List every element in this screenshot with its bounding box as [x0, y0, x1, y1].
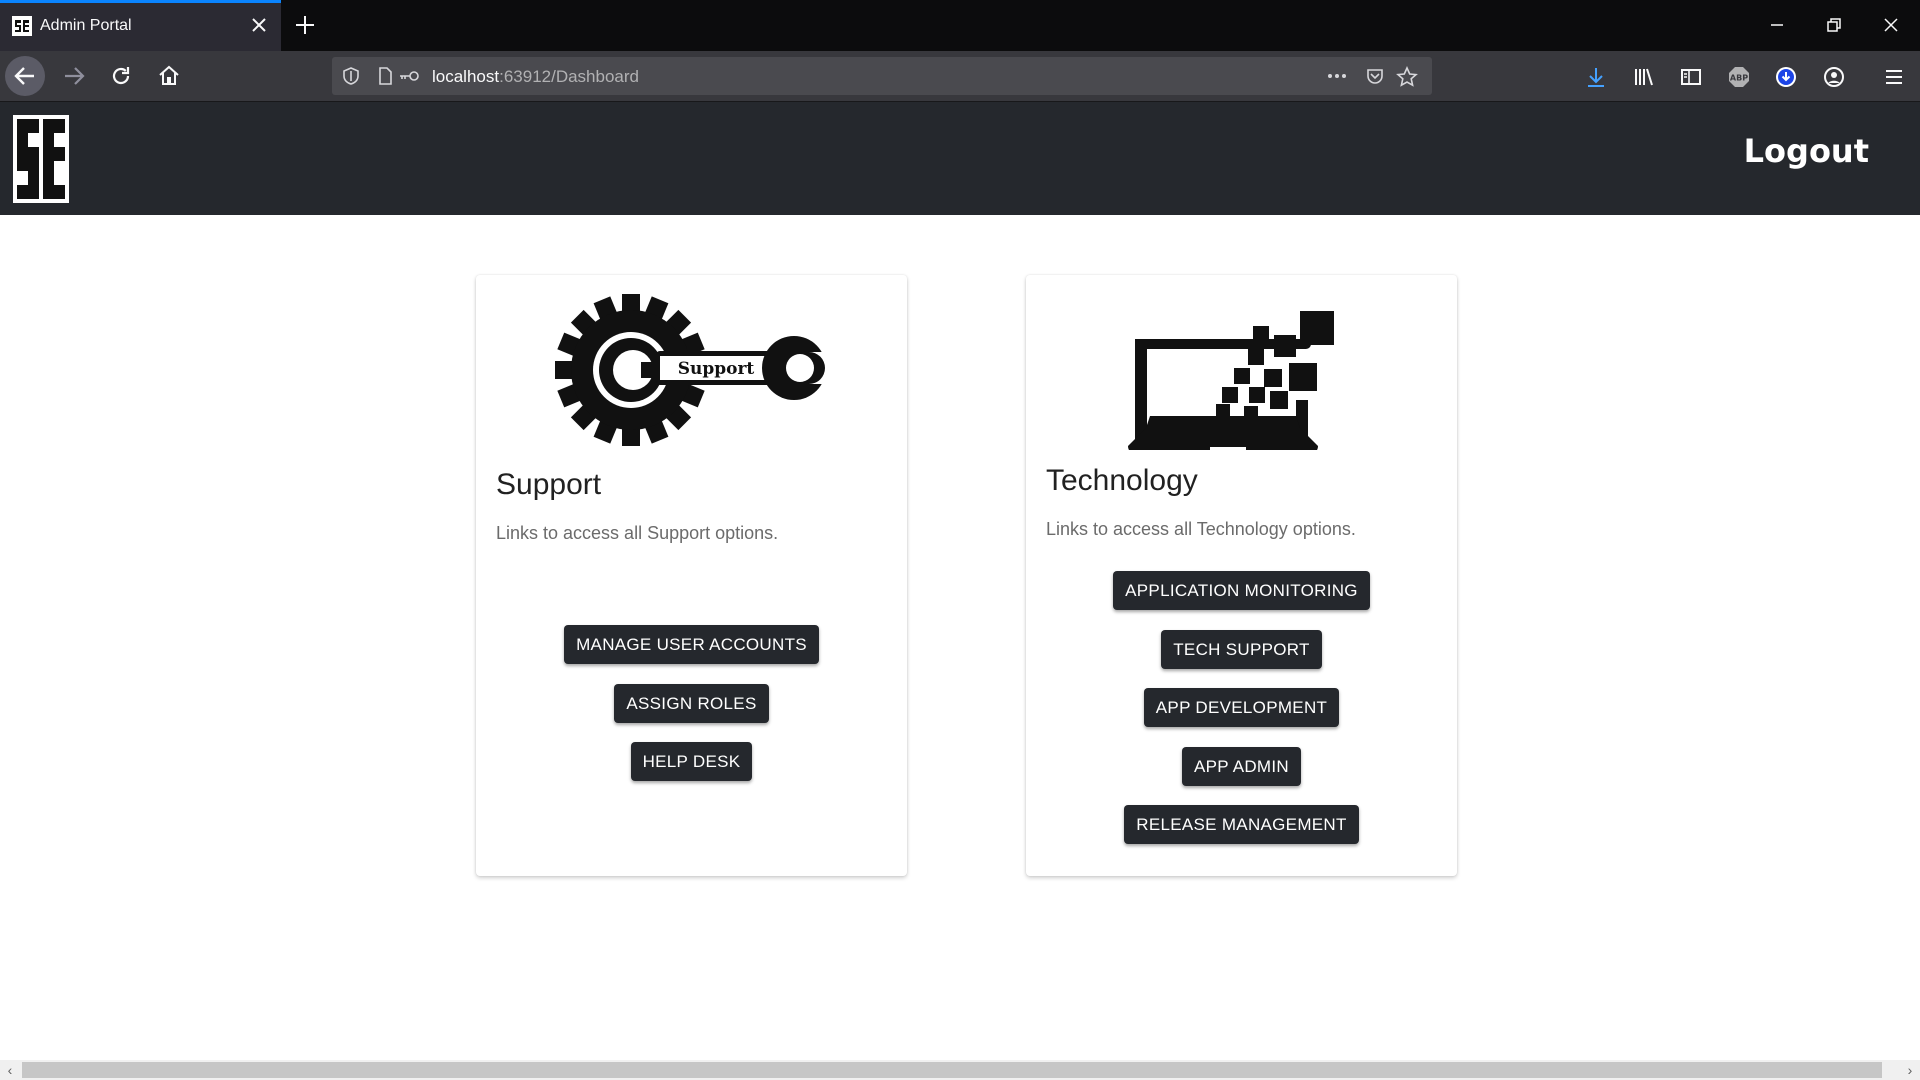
forward-button[interactable]	[54, 56, 94, 96]
support-description: Links to access all Support options.	[496, 523, 779, 543]
support-title: Support	[496, 468, 602, 501]
gear-wrench-icon: Support	[476, 290, 907, 450]
scroll-right-icon[interactable]: ›	[1900, 1060, 1920, 1080]
manage-user-accounts-button[interactable]: MANAGE USER ACCOUNTS	[564, 625, 819, 664]
arrow-right-icon	[65, 67, 85, 85]
browser-nav-bar: localhost:63912/Dashboard ABP	[0, 51, 1920, 102]
extension-download-icon[interactable]	[1774, 65, 1798, 89]
download-icon[interactable]	[1584, 65, 1608, 89]
menu-icon[interactable]	[1882, 65, 1906, 89]
sidebar-icon[interactable]	[1679, 65, 1703, 89]
more-actions-icon[interactable]	[1326, 66, 1346, 86]
laptop-pixels-icon	[1026, 290, 1457, 456]
help-desk-button[interactable]: HELP DESK	[630, 742, 753, 781]
horizontal-scrollbar[interactable]: ‹ ›	[0, 1060, 1920, 1080]
technology-description: Links to access all Technology options.	[1046, 519, 1356, 539]
url-text[interactable]: localhost:63912/Dashboard	[432, 67, 639, 87]
technology-title: Technology	[1046, 464, 1198, 497]
new-tab-icon[interactable]	[292, 12, 318, 38]
tech-support-button[interactable]: TECH SUPPORT	[1161, 630, 1322, 669]
svg-text:ABP: ABP	[1730, 74, 1748, 83]
se-logo-icon[interactable]	[13, 115, 69, 203]
home-button[interactable]	[149, 56, 189, 96]
pocket-icon[interactable]	[1365, 66, 1385, 86]
scrollbar-thumb[interactable]	[22, 1062, 1882, 1078]
browser-tab[interactable]: Admin Portal	[0, 0, 281, 51]
account-icon[interactable]	[1822, 65, 1846, 89]
release-management-button[interactable]: RELEASE MANAGEMENT	[1124, 805, 1359, 844]
window-close-icon[interactable]	[1880, 14, 1902, 36]
shield-icon[interactable]	[341, 66, 361, 86]
app-development-button[interactable]: APP DEVELOPMENT	[1143, 688, 1340, 727]
page-icon[interactable]	[375, 66, 395, 86]
star-icon[interactable]	[1396, 66, 1418, 87]
close-icon[interactable]	[248, 14, 270, 36]
reload-button[interactable]	[101, 56, 141, 96]
arrow-left-icon	[14, 67, 34, 85]
url-path: :63912/Dashboard	[499, 67, 639, 86]
home-icon	[159, 65, 179, 85]
assign-roles-button[interactable]: ASSIGN ROLES	[614, 684, 769, 723]
minimize-icon[interactable]	[1766, 14, 1788, 36]
application-monitoring-button[interactable]: APPLICATION MONITORING	[1113, 571, 1370, 610]
library-icon[interactable]	[1632, 65, 1656, 89]
back-button[interactable]	[5, 56, 45, 96]
technology-card: Technology Links to access all Technolog…	[1026, 275, 1457, 876]
reload-icon	[112, 67, 130, 85]
scroll-left-icon[interactable]: ‹	[0, 1060, 20, 1080]
key-icon[interactable]	[398, 66, 419, 86]
url-host: localhost	[432, 67, 500, 86]
app-admin-button[interactable]: APP ADMIN	[1182, 747, 1301, 786]
browser-tab-strip: Admin Portal	[0, 0, 1920, 51]
support-button-group: MANAGE USER ACCOUNTS ASSIGN ROLES HELP D…	[476, 625, 907, 781]
logout-link[interactable]: Logout	[1744, 132, 1869, 170]
address-bar[interactable]: localhost:63912/Dashboard	[332, 57, 1432, 95]
support-image-label: Support	[678, 359, 755, 379]
app-header: Logout	[0, 102, 1920, 215]
se-logo-icon	[12, 16, 32, 36]
adblock-icon[interactable]: ABP	[1727, 65, 1751, 89]
tab-title: Admin Portal	[40, 17, 132, 34]
restore-icon[interactable]	[1823, 14, 1845, 36]
technology-button-group: APPLICATION MONITORING TECH SUPPORT APP …	[1026, 571, 1457, 844]
support-card: Support Support Links to access all Supp…	[476, 275, 907, 876]
